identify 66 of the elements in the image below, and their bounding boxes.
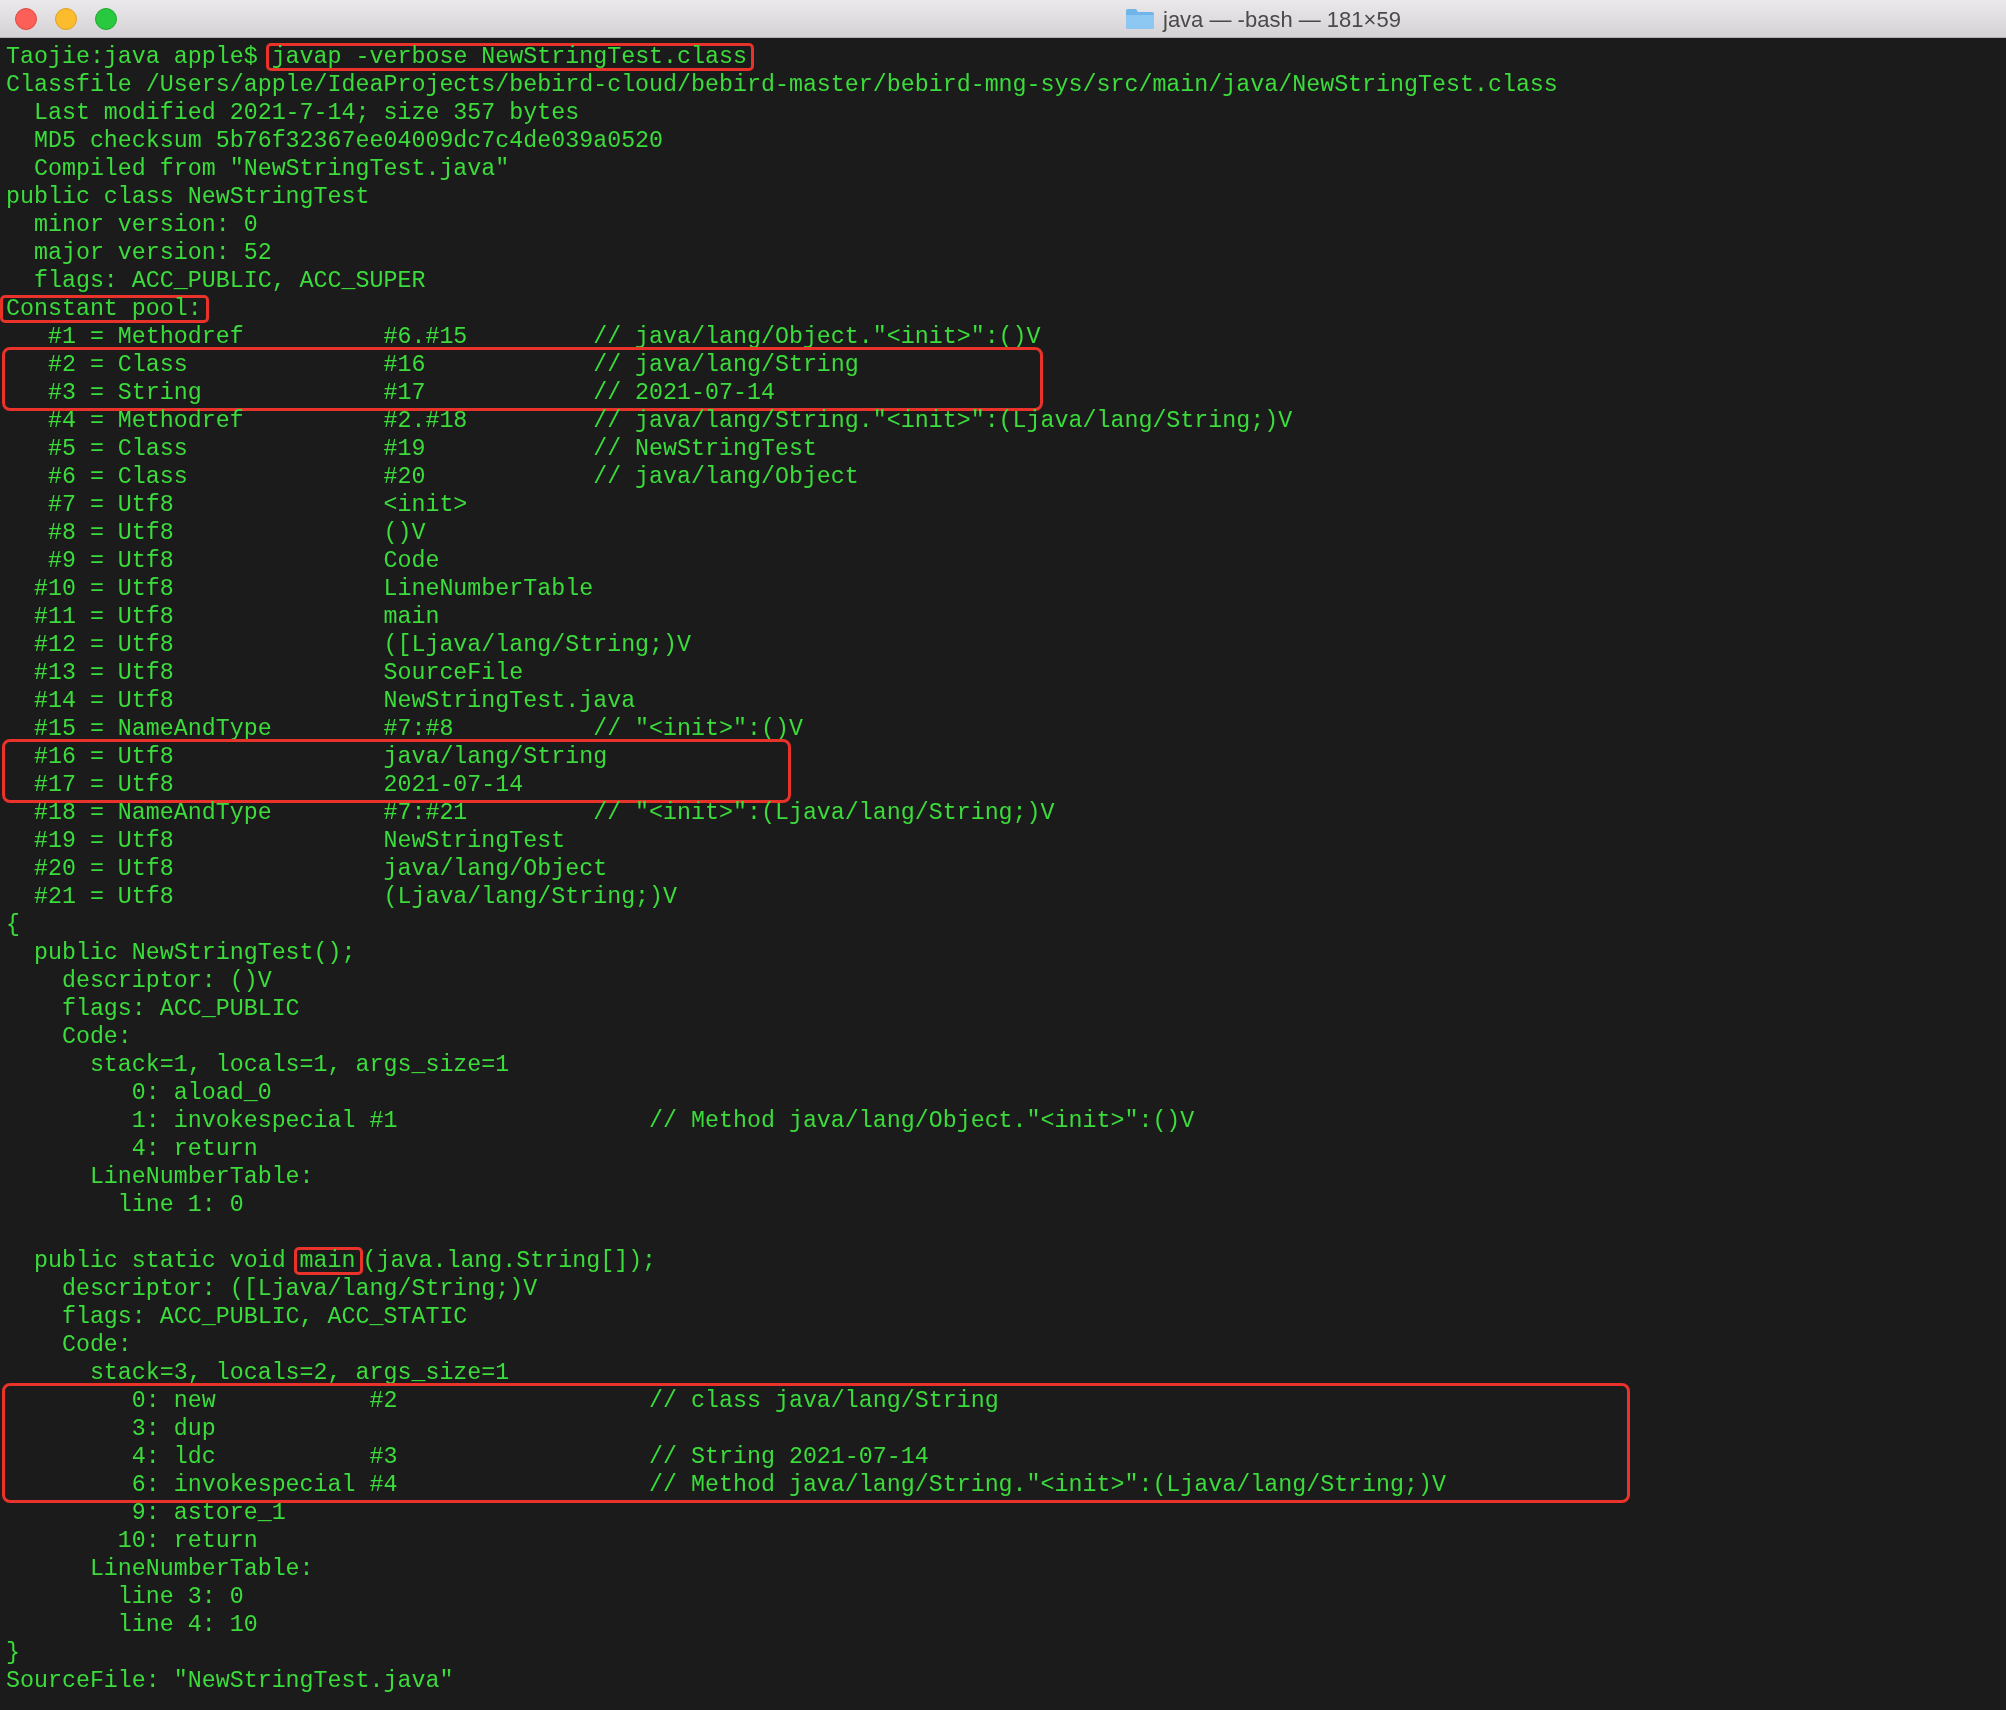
terminal-line: flags: ACC_PUBLIC, ACC_STATIC (60, 1303, 468, 1331)
terminal-line: stack=3, locals=2, args_size=1 (88, 1359, 510, 1387)
window-title: java — -bash — 181×59 (1163, 5, 1401, 34)
terminal-line: SourceFile: "NewStringTest.java" (6, 1667, 454, 1695)
zoom-button[interactable] (95, 7, 117, 30)
terminal-line: #7 = Utf8 <init> (46, 491, 468, 519)
terminal-line: #13 = Utf8 SourceFile (32, 659, 524, 687)
terminal-line: #20 = Utf8 java/lang/Object (32, 855, 608, 883)
terminal-line: #2 = Class #16 // java/lang/String (46, 351, 859, 379)
terminal-line: LineNumberTable: (88, 1555, 314, 1583)
terminal-line: Compiled from "NewStringTest.java" (32, 155, 510, 183)
terminal-line: 10: return (116, 1527, 258, 1555)
terminal-line: { (6, 911, 20, 939)
terminal-line: #5 = Class #19 // NewStringTest (46, 435, 817, 463)
highlighted-text: main (293, 1247, 363, 1275)
minimize-button[interactable] (55, 7, 77, 30)
terminal-line: #17 = Utf8 2021-07-14 (32, 771, 524, 799)
terminal-line: #9 = Utf8 Code (46, 547, 440, 575)
terminal-line: flags: ACC_PUBLIC, ACC_SUPER (32, 267, 426, 295)
terminal-line: 3: dup (130, 1415, 216, 1443)
terminal-line: line 1: 0 (116, 1191, 244, 1219)
terminal-line: #12 = Utf8 ([Ljava/lang/String;)V (32, 631, 692, 659)
terminal-line: #21 = Utf8 (Ljava/lang/String;)V (32, 883, 678, 911)
highlighted-text: javap -verbose NewStringTest.class (265, 43, 754, 71)
terminal-line: LineNumberTable: (88, 1163, 314, 1191)
terminal-line: } (6, 1639, 20, 1667)
terminal-line: #1 = Methodref #6.#15 // java/lang/Object."<init>":()V (46, 323, 1041, 351)
terminal-line: #10 = Utf8 LineNumberTable (32, 575, 594, 603)
terminal-line: Code: (60, 1023, 132, 1051)
terminal-line: 6: invokespecial #4 // Method java/lang/String."<init>":(Ljava/lang/String;)V (130, 1471, 1446, 1499)
terminal-line: stack=1, locals=1, args_size=1 (88, 1051, 510, 1079)
terminal-line: Code: (60, 1331, 132, 1359)
terminal-line: 9: astore_1 (130, 1499, 286, 1527)
terminal-line: #6 = Class #20 // java/lang/Object (46, 463, 859, 491)
terminal-line: line 3: 0 (116, 1583, 244, 1611)
terminal-line: descriptor: ()V (60, 967, 272, 995)
terminal-line: 4: return (130, 1135, 258, 1163)
terminal-text: Taojie:java apple$ (6, 43, 259, 71)
terminal-line: Classfile /Users/apple/IdeaProjects/bebird-cloud/bebird-master/bebird-mng-sys/src/main/java/NewStringTest.class (6, 71, 1558, 99)
terminal-line: 4: ldc #3 // String 2021-07-14 (130, 1443, 929, 1471)
folder-icon (1125, 8, 1155, 30)
terminal-line: 0: aload_0 (130, 1079, 272, 1107)
terminal-line: #11 = Utf8 main (32, 603, 440, 631)
terminal-line: #8 = Utf8 ()V (46, 519, 426, 547)
terminal-line: descriptor: ([Ljava/lang/String;)V (60, 1275, 538, 1303)
terminal-line: major version: 52 (32, 239, 272, 267)
terminal-line: 1: invokespecial #1 // Method java/lang/Object."<init>":()V (130, 1107, 1195, 1135)
terminal-line: minor version: 0 (32, 211, 258, 239)
terminal-line: #19 = Utf8 NewStringTest (32, 827, 566, 855)
close-button[interactable] (15, 7, 37, 30)
terminal-text: (java.lang.String[]); (362, 1247, 657, 1275)
terminal-line: 0: new #2 // class java/lang/String (130, 1387, 999, 1415)
terminal-line: #14 = Utf8 NewStringTest.java (32, 687, 636, 715)
terminal-line: #18 = NameAndType #7:#21 // "<init>":(Ljava/lang/String;)V (32, 799, 1055, 827)
terminal-line: public class NewStringTest (6, 183, 370, 211)
terminal-text: public static void (32, 1247, 287, 1275)
terminal-line: flags: ACC_PUBLIC (60, 995, 300, 1023)
terminal-line: #4 = Methodref #2.#18 // java/lang/String."<init>":(Ljava/lang/String;)V (46, 407, 1293, 435)
highlighted-text: Constant pool: (0, 295, 209, 323)
terminal-line: Last modified 2021-7-14; size 357 bytes (32, 99, 580, 127)
terminal-line: #15 = NameAndType #7:#8 // "<init>":()V (32, 715, 803, 743)
terminal-line: MD5 checksum 5b76f32367ee04009dc7c4de039a0520 (32, 127, 664, 155)
terminal-line: #3 = String #17 // 2021-07-14 (46, 379, 775, 407)
terminal-line: line 4: 10 (116, 1611, 258, 1639)
terminal-line: public NewStringTest(); (32, 939, 356, 967)
terminal-line: #16 = Utf8 java/lang/String (32, 743, 608, 771)
